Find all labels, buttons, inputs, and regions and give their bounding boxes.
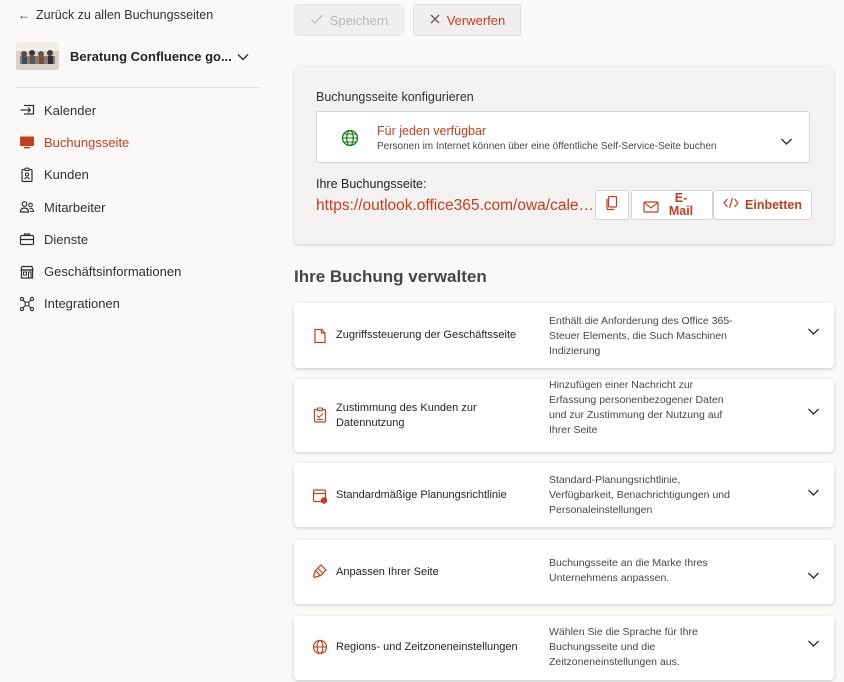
email-link-button[interactable]: E-Mail — [631, 190, 713, 220]
calendar-icon — [18, 101, 36, 119]
code-icon — [723, 196, 739, 214]
save-button-label: Speichern — [329, 12, 389, 28]
setting-card-customer-consent[interactable]: Zustimmung des Kunden zur Datennutzung H… — [294, 379, 834, 452]
discard-button[interactable]: Verwerfen — [413, 4, 521, 36]
sidebar: ← Zurück zu allen Buchungsseiten Beratun… — [0, 0, 270, 682]
availability-description: Personen im Internet können über eine öf… — [377, 141, 717, 152]
copy-link-button[interactable] — [595, 190, 629, 220]
discard-button-label: Verwerfen — [446, 12, 506, 28]
arrow-left-icon: ← — [18, 8, 30, 22]
close-icon — [429, 13, 441, 28]
people-icon — [18, 198, 36, 216]
site-title: Beratung Confluence go... — [70, 48, 232, 64]
document-icon — [311, 327, 329, 345]
consent-clipboard-icon — [311, 406, 329, 424]
setting-card-access-control[interactable]: Zugriffssteuerung der Geschäftsseite Ent… — [294, 303, 834, 368]
sidebar-item-label: Mitarbeiter — [44, 199, 106, 215]
setting-description: Wählen Sie die Sprache für Ihre Buchungs… — [549, 626, 698, 668]
booking-page-config-card: Buchungsseite konfigurieren Für jeden ve… — [294, 66, 834, 244]
booking-page-url-link[interactable]: https://outlook.office365.com/owa/calend… — [316, 197, 595, 215]
paintbrush-icon — [311, 562, 329, 580]
connections-icon — [18, 295, 36, 313]
chevron-down-icon — [807, 403, 820, 421]
booking-site-selector[interactable]: Beratung Confluence go... — [16, 40, 256, 72]
sidebar-item-geschaeftsinformationen[interactable]: Geschäftsinformationen — [18, 255, 181, 287]
site-thumbnail — [16, 42, 59, 70]
sidebar-item-label: Dienste — [44, 231, 89, 247]
sidebar-nav: Kalender Buchungsseite Kunden Mitarbeite… — [18, 94, 181, 320]
sidebar-item-label: Integrationen — [44, 296, 120, 312]
briefcase-icon — [18, 230, 36, 248]
sidebar-item-kalender[interactable]: Kalender — [18, 94, 181, 126]
setting-description: Buchungsseite an die Marke Ihres Unterne… — [549, 557, 708, 584]
config-title: Buchungsseite konfigurieren — [316, 90, 474, 104]
sidebar-item-kunden[interactable]: Kunden — [18, 159, 181, 191]
chevron-down-icon — [807, 323, 820, 341]
clipboard-person-icon — [18, 166, 36, 184]
sidebar-item-buchungsseite[interactable]: Buchungsseite — [18, 126, 181, 158]
availability-dropdown[interactable]: Für jeden verfügbar Personen im Internet… — [316, 111, 810, 163]
setting-title: Standardmäßige Planungsrichtlinie — [336, 489, 507, 501]
back-link-label: Zurück zu allen Buchungsseiten — [36, 8, 214, 22]
sidebar-item-dienste[interactable]: Dienste — [18, 223, 181, 255]
availability-title: Für jeden verfügbar — [377, 124, 487, 138]
save-button[interactable]: Speichern — [294, 4, 404, 36]
globe-icon — [311, 638, 329, 656]
setting-card-region-timezone[interactable]: Regions- und Zeitzoneneinstellungen Wähl… — [294, 616, 834, 680]
sidebar-item-label: Buchungsseite — [44, 134, 130, 150]
setting-title: Regions- und Zeitzoneneinstellungen — [336, 641, 518, 653]
email-button-label: E-Mail — [668, 191, 694, 218]
checkmark-icon — [310, 13, 324, 28]
building-icon — [18, 263, 36, 281]
setting-title: Zustimmung des Kunden zur Datennutzung — [336, 402, 477, 429]
sidebar-item-label: Kunden — [44, 167, 89, 183]
chevron-down-icon — [807, 635, 820, 653]
chevron-down-icon — [807, 567, 820, 585]
copy-icon — [605, 195, 619, 216]
sidebar-divider — [16, 87, 262, 88]
globe-icon — [341, 129, 359, 152]
mail-icon — [643, 200, 659, 218]
manage-booking-heading: Ihre Buchung verwalten — [294, 267, 487, 286]
sidebar-item-label: Geschäftsinformationen — [44, 264, 182, 280]
setting-title: Zugriffssteuerung der Geschäftsseite — [336, 329, 517, 341]
calendar-policy-icon — [311, 487, 329, 505]
embed-button-label: Einbetten — [745, 198, 802, 212]
back-to-booking-pages-link[interactable]: ← Zurück zu allen Buchungsseiten — [18, 8, 213, 22]
sidebar-item-integrationen[interactable]: Integrationen — [18, 288, 181, 320]
chevron-down-icon[interactable] — [236, 49, 250, 67]
chevron-down-icon — [780, 133, 793, 151]
sidebar-item-mitarbeiter[interactable]: Mitarbeiter — [18, 191, 181, 223]
booking-page-label: Ihre Buchungsseite: — [316, 177, 427, 191]
setting-card-scheduling-policy[interactable]: Standardmäßige Planungsrichtlinie Standa… — [294, 463, 834, 527]
chevron-down-icon — [807, 484, 820, 502]
sidebar-item-label: Kalender — [44, 102, 97, 118]
setting-title: Anpassen Ihrer Seite — [336, 566, 439, 578]
setting-description: Enthält die Anforderung des Office 365-S… — [549, 315, 733, 357]
setting-card-customize-page[interactable]: Anpassen Ihrer Seite Buchungsseite an di… — [294, 540, 834, 604]
monitor-icon — [18, 133, 36, 151]
setting-description: Standard-Planungsrichtlinie, Verfügbarke… — [549, 474, 730, 516]
setting-description: Hinzufügen einer Nachricht zur Erfassung… — [549, 379, 724, 436]
embed-button[interactable]: Einbetten — [713, 190, 812, 220]
